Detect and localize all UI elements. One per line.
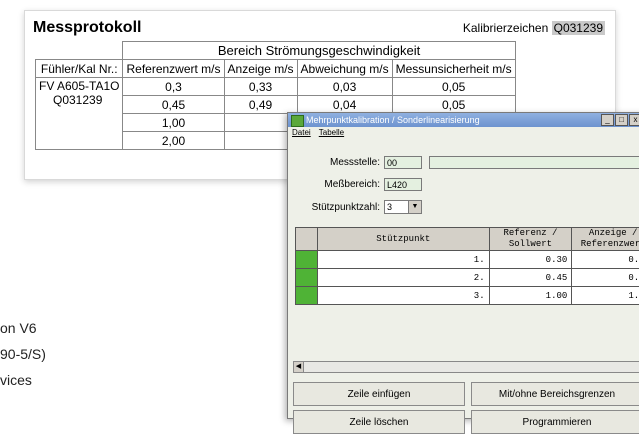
sensor-kal: Q031239 xyxy=(39,93,119,107)
table-row[interactable]: 3. 1.00 1.04 xyxy=(296,287,639,305)
dialog-title: Mehrpunktkalibration / Sonderlinearisier… xyxy=(306,115,480,125)
col-header: Referenzwert m/s xyxy=(123,60,224,78)
table-cell: 0,03 xyxy=(297,78,392,96)
messstelle-description-field[interactable] xyxy=(429,156,639,169)
maximize-button[interactable]: □ xyxy=(615,114,628,126)
messbereich-label: Meßbereich: xyxy=(308,179,380,190)
range-limits-button[interactable]: Mit/ohne Bereichsgrenzen xyxy=(471,382,639,406)
chevron-down-icon[interactable]: ▼ xyxy=(408,201,421,213)
menu-tabelle[interactable]: Tabelle xyxy=(319,128,344,137)
table-cell: 0,05 xyxy=(392,96,515,114)
table-cell: 0,05 xyxy=(392,78,515,96)
messstelle-field[interactable]: 00 xyxy=(384,156,422,169)
row-marker[interactable] xyxy=(296,287,318,305)
grid-cell-stuetzpunkt[interactable]: 1. xyxy=(317,251,489,269)
messbereich-field[interactable]: L420 xyxy=(384,178,422,191)
grid-header-anzeige: Anzeige / Referenzwert xyxy=(572,228,639,251)
delete-row-button[interactable]: Zeile löschen xyxy=(293,410,465,434)
grid-cell-referenz[interactable]: 0.45 xyxy=(489,269,572,287)
calibration-mark: Kalibrierzeichen Q031239 xyxy=(463,21,605,35)
menu-bar: Datei Tabelle xyxy=(288,127,639,139)
menu-datei[interactable]: Datei xyxy=(292,128,311,137)
col-header: Messunsicherheit m/s xyxy=(392,60,515,78)
row-marker[interactable] xyxy=(296,269,318,287)
messstelle-label: Messstelle: xyxy=(308,157,380,168)
table-row[interactable]: 1. 0.30 0.33 xyxy=(296,251,639,269)
stuetzpunkt-value: 3 xyxy=(387,202,392,212)
table-cell: 0,45 xyxy=(123,96,224,114)
close-button[interactable]: x xyxy=(629,114,639,126)
table-cell: 0,33 xyxy=(224,78,297,96)
minimize-button[interactable]: _ xyxy=(601,114,614,126)
left-note: 90-5/S) xyxy=(0,346,46,362)
grid-cell-anzeige[interactable]: 0.49 xyxy=(572,269,639,287)
calibration-grid: Stützpunkt Referenz / Sollwert Anzeige /… xyxy=(295,227,639,305)
table-cell: 0,04 xyxy=(297,96,392,114)
table-cell: 1,00 xyxy=(123,114,224,132)
table-cell: 2,00 xyxy=(123,132,224,150)
col-header: Fühler/Kal Nr.: xyxy=(36,60,123,78)
grid-cell-stuetzpunkt[interactable]: 2. xyxy=(317,269,489,287)
stuetzpunkt-select[interactable]: 3 ▼ xyxy=(384,200,422,214)
left-note: vices xyxy=(0,372,32,388)
grid-cell-anzeige[interactable]: 0.33 xyxy=(572,251,639,269)
horizontal-scrollbar[interactable]: ◀ xyxy=(293,361,639,373)
calibration-code: Q031239 xyxy=(552,21,605,35)
grid-header-stuetzpunkt: Stützpunkt xyxy=(317,228,489,251)
row-marker[interactable] xyxy=(296,251,318,269)
range-header: Bereich Strömungsgeschwindigkeit xyxy=(123,42,515,60)
dialog-titlebar[interactable]: Mehrpunktkalibration / Sonderlinearisier… xyxy=(288,113,639,127)
col-header: Anzeige m/s xyxy=(224,60,297,78)
window-controls: _ □ x xyxy=(601,114,639,126)
grid-cell-anzeige[interactable]: 1.04 xyxy=(572,287,639,305)
sensor-cell: FV A605-TA1O Q031239 xyxy=(36,78,123,150)
protocol-title: Messprotokoll xyxy=(33,19,141,37)
grid-corner xyxy=(296,228,318,251)
insert-row-button[interactable]: Zeile einfügen xyxy=(293,382,465,406)
sensor-id: FV A605-TA1O xyxy=(39,79,119,93)
grid-cell-referenz[interactable]: 1.00 xyxy=(489,287,572,305)
grid-cell-stuetzpunkt[interactable]: 3. xyxy=(317,287,489,305)
calibration-label: Kalibrierzeichen xyxy=(463,21,548,35)
app-icon xyxy=(291,115,304,127)
table-cell: 0,3 xyxy=(123,78,224,96)
left-note: on V6 xyxy=(0,320,37,336)
col-header: Abweichung m/s xyxy=(297,60,392,78)
calibration-dialog: Mehrpunktkalibration / Sonderlinearisier… xyxy=(287,112,639,419)
grid-header-referenz: Referenz / Sollwert xyxy=(489,228,572,251)
grid-cell-referenz[interactable]: 0.30 xyxy=(489,251,572,269)
program-button[interactable]: Programmieren xyxy=(471,410,639,434)
stuetzpunkt-label: Stützpunktzahl: xyxy=(308,202,380,213)
scroll-left-arrow-icon[interactable]: ◀ xyxy=(294,362,304,372)
table-cell: 0,49 xyxy=(224,96,297,114)
table-row[interactable]: 2. 0.45 0.49 xyxy=(296,269,639,287)
